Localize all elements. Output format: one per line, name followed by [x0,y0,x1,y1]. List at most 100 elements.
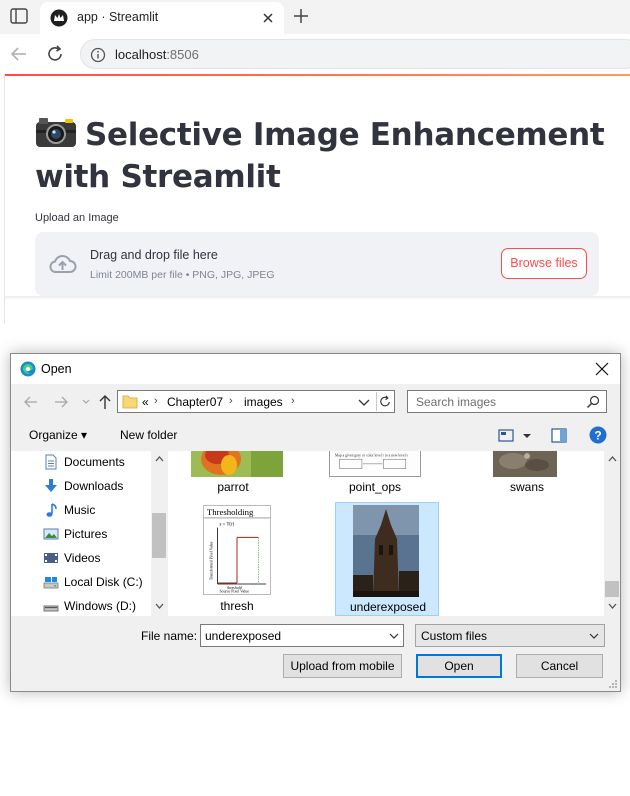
nav-item-windows-d[interactable]: Windows (D:) [43,596,163,616]
back-icon[interactable] [9,44,29,64]
file-item-thresh[interactable]: Thresholding s = T(r) threshold Source P… [185,501,289,616]
close-tab-icon[interactable] [260,10,276,26]
breadcrumb-images[interactable]: images [244,395,283,409]
nav-item-label: Videos [64,551,101,565]
file-list-scrollbar[interactable] [604,451,620,616]
thresh-thumbnail: Thresholding s = T(r) threshold Source P… [203,505,271,595]
pictures-icon [43,528,59,540]
file-item-point-ops[interactable]: Map a given gray or color level r to a n… [323,451,427,495]
folder-icon [122,395,138,409]
thumb-text: Map a given gray or color level r to a n… [335,453,409,457]
file-name-label: File name: [141,629,198,643]
local-disk-icon [43,577,59,589]
file-dropzone[interactable]: Drag and drop file here Limit 200MB per … [35,232,599,296]
scroll-up-icon[interactable] [155,455,164,462]
thumb-text: Transformed Pixel Value [210,541,214,580]
nav-item-videos[interactable]: Videos [43,548,163,568]
address-bar[interactable]: localhost:8506 [80,39,630,69]
drive-icon [43,605,59,612]
file-label: thresh [220,599,254,613]
open-button[interactable]: Open [416,654,502,678]
streamlit-crown-icon [50,9,68,27]
file-type-select[interactable]: Custom files [415,624,605,647]
resize-grip-icon[interactable] [608,679,618,689]
file-name-input[interactable]: underexposed [200,624,404,647]
close-icon[interactable] [595,362,609,376]
nav-item-downloads[interactable]: Downloads [43,476,163,496]
page-title: Selective Image Enhancement with Streaml… [35,114,605,198]
navigation-pane[interactable]: Documents Downloads Music Pictures Video… [11,451,169,616]
recent-locations-icon[interactable] [81,394,91,410]
nav-item-music[interactable]: Music [43,500,163,520]
search-placeholder: Search images [416,395,497,409]
file-item-parrot[interactable]: parrot [181,451,285,495]
scroll-up-icon[interactable] [608,455,617,462]
url-port: :8506 [166,47,199,62]
help-icon[interactable]: ? [589,426,607,444]
path-overflow[interactable]: « [142,395,149,409]
edge-icon [20,361,36,377]
file-label: underexposed [349,600,427,614]
tab-title: app · Streamlit [77,10,159,24]
path-separator: › [291,395,295,407]
chevron-down-icon[interactable] [389,631,399,641]
nav-item-local-disk[interactable]: Local Disk (C:) [43,572,163,592]
breadcrumb-chapter07[interactable]: Chapter07 [167,395,223,409]
swans-thumbnail [493,451,557,477]
scrollbar-thumb[interactable] [605,581,619,597]
page-title-text: Selective Image Enhancement with Streaml… [35,117,605,195]
browse-files-button[interactable]: Browse files [501,248,587,279]
streamlit-page: Selective Image Enhancement with Streaml… [4,74,630,324]
svg-text:?: ? [594,429,601,443]
new-folder-button[interactable]: New folder [120,428,177,442]
navigation-scrollbar[interactable] [151,451,168,616]
cloud-upload-icon [49,255,77,273]
dialog-title: Open [41,362,72,376]
search-icon [587,395,600,408]
dialog-titlebar: Open [11,354,620,384]
scroll-down-icon[interactable] [155,603,164,610]
url-text: localhost:8506 [115,47,199,62]
back-icon[interactable] [23,394,39,410]
preview-pane-icon[interactable] [551,428,567,443]
scroll-down-icon[interactable] [608,603,617,610]
command-bar: Organize ▾ New folder ? [11,422,620,450]
organize-menu[interactable]: Organize ▾ [29,428,87,442]
nav-item-pictures[interactable]: Pictures [43,524,163,544]
browser-tab[interactable]: app · Streamlit [40,2,284,34]
downloads-icon [45,479,57,492]
nav-item-label: Pictures [64,527,108,541]
upload-label: Upload an Image [35,212,119,224]
forward-icon[interactable] [53,394,69,410]
chevron-down-icon[interactable] [589,631,599,641]
file-item-underexposed[interactable]: underexposed [335,502,439,616]
file-label: parrot [217,480,249,494]
nav-item-label: Windows (D:) [64,599,137,613]
cancel-button[interactable]: Cancel [516,654,603,678]
nav-item-documents[interactable]: Documents [43,452,163,472]
refresh-icon[interactable] [376,392,394,411]
file-list-pane[interactable]: parrot Map a given gray or color level r… [169,451,620,616]
page-shadow [5,296,630,300]
nav-item-label: Documents [64,455,125,469]
tab-actions-icon[interactable] [8,7,30,25]
reload-icon[interactable] [45,44,65,64]
thumb-text: Thresholding [207,507,254,517]
url-host: localhost [115,47,167,62]
new-tab-icon[interactable] [292,7,310,25]
up-icon[interactable] [97,394,113,410]
parrot-thumbnail [191,451,283,477]
upload-from-mobile-button[interactable]: Upload from mobile [283,654,402,678]
file-item-swans[interactable]: swans [475,451,579,495]
videos-icon [44,553,58,563]
browser-toolbar: localhost:8506 [0,34,630,74]
thumb-text: s = T(r) [220,523,235,528]
nav-item-label: Downloads [64,479,124,493]
change-view-icon[interactable] [498,428,534,444]
site-info-icon[interactable] [90,47,106,63]
path-separator: › [154,395,158,407]
address-path-bar[interactable]: « › Chapter07 › images › [117,390,395,413]
scrollbar-thumb[interactable] [152,513,166,558]
search-input[interactable]: Search images [407,390,607,413]
chevron-down-icon[interactable] [357,395,371,409]
